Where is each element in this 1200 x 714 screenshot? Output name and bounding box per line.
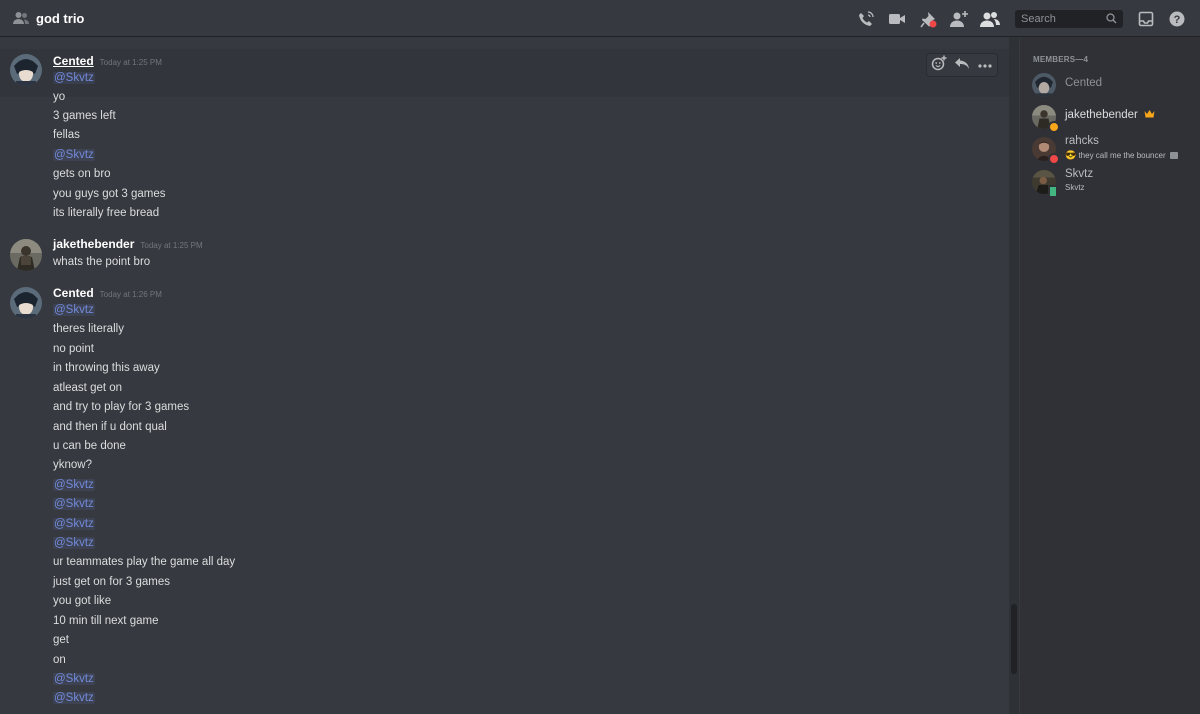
- sunglasses-emoji-icon: 😎: [1065, 150, 1077, 160]
- scrollbar-thumb[interactable]: [1011, 604, 1017, 674]
- member-item[interactable]: Skvtz Skvtz: [1032, 168, 1197, 198]
- message-line: @Skvtz: [53, 148, 95, 162]
- member-avatar: [1032, 73, 1056, 97]
- message-line: @Skvtz: [53, 691, 95, 705]
- message-actions-toolbar: [926, 53, 998, 77]
- custom-status-text: they call me the bouncer: [1078, 151, 1166, 160]
- user-mention[interactable]: @Skvtz: [53, 518, 95, 530]
- user-mention[interactable]: @Skvtz: [53, 537, 95, 549]
- user-mention[interactable]: @Skvtz: [53, 479, 95, 491]
- message-line: you guys got 3 games: [53, 188, 166, 200]
- message-line: yknow?: [53, 459, 92, 471]
- crown-icon: [1144, 109, 1155, 121]
- search-input[interactable]: [1021, 12, 1099, 25]
- user-mention[interactable]: @Skvtz: [53, 498, 95, 510]
- message-author[interactable]: Cented Today at 1:26 PM: [53, 286, 162, 300]
- channel-title: god trio: [36, 10, 85, 26]
- member-list: MEMBERS—4 Cented jakethebender rahcks 😎 …: [1020, 37, 1200, 714]
- message-line: in throwing this away: [53, 362, 160, 374]
- message-line: @Skvtz: [53, 517, 95, 531]
- author-name[interactable]: jakethebender: [53, 237, 134, 251]
- status-dnd-icon: [1048, 153, 1060, 165]
- message-line: @Skvtz: [53, 478, 95, 492]
- member-item[interactable]: Cented: [1032, 71, 1197, 99]
- message-line: you got like: [53, 595, 112, 607]
- message-line: @Skvtz: [53, 303, 95, 317]
- message-line: yo: [53, 91, 66, 103]
- message-line: theres literally: [53, 323, 124, 335]
- message-line: @Skvtz: [53, 497, 95, 511]
- message-timestamp: Today at 1:26 PM: [99, 290, 162, 299]
- inbox-icon[interactable]: [1135, 8, 1157, 30]
- member-name: Skvtz: [1065, 168, 1094, 180]
- message-line: no point: [53, 343, 94, 355]
- channel-header: god trio ?: [0, 0, 1200, 37]
- member-item[interactable]: rahcks 😎 they call me the bouncer: [1032, 135, 1197, 165]
- message-author[interactable]: Cented Today at 1:25 PM: [53, 54, 162, 68]
- member-name: jakethebender: [1065, 109, 1155, 121]
- add-reaction-icon[interactable]: [931, 55, 947, 76]
- reply-icon[interactable]: [954, 56, 970, 75]
- pin-icon[interactable]: [917, 8, 939, 30]
- group-icon: [12, 9, 30, 27]
- message-line: ur teammates play the game all day: [53, 556, 236, 568]
- message-line: just get on for 3 games: [53, 576, 170, 588]
- member-custom-status: 😎 they call me the bouncer: [1065, 150, 1178, 161]
- user-mention[interactable]: @Skvtz: [53, 304, 95, 316]
- user-mention[interactable]: @Skvtz: [53, 149, 95, 161]
- status-badge-icon: [1169, 152, 1178, 159]
- user-mention[interactable]: @Skvtz: [53, 673, 95, 685]
- message-line: get: [53, 634, 69, 646]
- message-line: whats the point bro: [53, 256, 151, 268]
- message-timestamp: Today at 1:25 PM: [140, 241, 203, 250]
- message-line: @Skvtz: [53, 536, 95, 550]
- message-line: 10 min till next game: [53, 615, 159, 627]
- message-line: fellas: [53, 129, 80, 141]
- status-idle-icon: [1048, 121, 1060, 133]
- member-name: Cented: [1065, 77, 1103, 89]
- search-icon: [1106, 13, 1117, 24]
- message-line: @Skvtz: [53, 672, 95, 686]
- user-mention[interactable]: @Skvtz: [53, 692, 95, 704]
- call-icon[interactable]: [855, 8, 877, 30]
- search-box[interactable]: [1015, 9, 1123, 28]
- more-options-icon[interactable]: [977, 56, 993, 74]
- avatar[interactable]: [10, 54, 42, 86]
- message-line: and then if u dont qual: [53, 421, 167, 433]
- avatar[interactable]: [10, 287, 42, 319]
- add-friend-icon[interactable]: [948, 8, 970, 30]
- member-list-header: MEMBERS—4: [1033, 55, 1089, 64]
- message-line: and try to play for 3 games: [53, 401, 190, 413]
- member-name-text: jakethebender: [1065, 109, 1138, 121]
- author-name[interactable]: Cented: [53, 286, 94, 300]
- members-icon[interactable]: [979, 8, 1001, 30]
- message-line: u can be done: [53, 440, 126, 452]
- header-toolbar: ?: [846, 0, 1188, 37]
- member-item[interactable]: jakethebender: [1032, 103, 1197, 133]
- message-author[interactable]: jakethebender Today at 1:25 PM: [53, 237, 203, 251]
- user-mention[interactable]: @Skvtz: [53, 72, 95, 84]
- avatar[interactable]: [10, 239, 42, 271]
- member-subtext: Skvtz: [1065, 183, 1085, 192]
- mobile-online-icon: [1048, 185, 1058, 198]
- video-icon[interactable]: [886, 8, 908, 30]
- message-line: @Skvtz: [53, 71, 95, 85]
- message-line: its literally free bread: [53, 207, 160, 219]
- message-line: 3 games left: [53, 110, 116, 122]
- author-name[interactable]: Cented: [53, 54, 94, 68]
- message-line: atleast get on: [53, 382, 123, 394]
- message-line: on: [53, 654, 66, 666]
- help-icon[interactable]: ?: [1166, 8, 1188, 30]
- message-list[interactable]: Cented Today at 1:25 PM @Skvtz yo 3 games…: [0, 37, 1020, 714]
- message-line: gets on bro: [53, 168, 111, 180]
- svg-text:?: ?: [1174, 14, 1181, 26]
- message-timestamp: Today at 1:25 PM: [99, 58, 162, 67]
- member-name: rahcks: [1065, 135, 1099, 147]
